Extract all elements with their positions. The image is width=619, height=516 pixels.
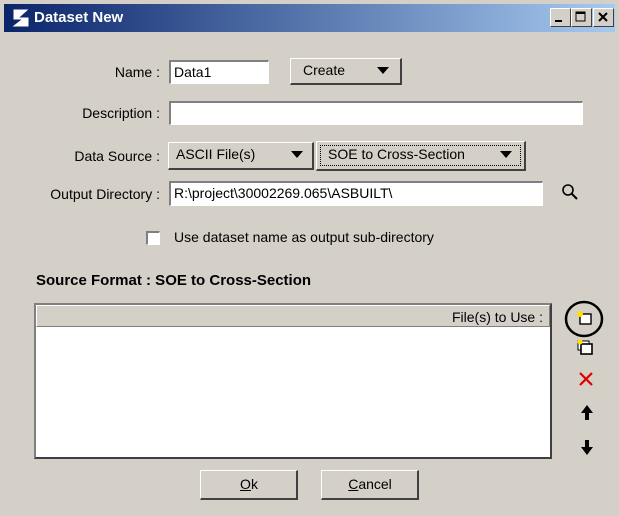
name-input[interactable]: Data1 <box>169 60 269 84</box>
description-label: Description : <box>82 105 160 121</box>
ok-label: Ok <box>240 476 258 492</box>
maximize-icon <box>575 11 586 22</box>
copy-file-icon[interactable] <box>576 338 596 358</box>
move-down-icon[interactable] <box>579 438 595 456</box>
delete-icon[interactable] <box>577 370 595 388</box>
output-directory-input[interactable]: R:\project\30002269.065\ASBUILT\ <box>169 181 543 206</box>
minimize-button[interactable] <box>550 8 571 27</box>
close-icon <box>598 12 608 22</box>
title-bar[interactable]: Dataset New <box>4 4 615 32</box>
minimize-icon <box>555 20 562 22</box>
data-source-type-value: ASCII File(s) <box>176 146 256 162</box>
window-title: Dataset New <box>34 9 124 26</box>
cancel-label: Cancel <box>348 476 392 492</box>
files-list[interactable]: File(s) to Use : <box>34 303 552 459</box>
ok-button[interactable]: Ok <box>200 470 298 500</box>
app-logo-icon <box>12 9 29 27</box>
output-directory-label: Output Directory : <box>50 186 160 202</box>
source-format-heading: Source Format : SOE to Cross-Section <box>36 272 312 289</box>
chevron-down-icon <box>377 67 389 74</box>
data-source-type-dropdown[interactable]: ASCII File(s) <box>168 142 314 170</box>
data-source-label: Data Source : <box>74 148 160 164</box>
chevron-down-icon <box>500 151 512 158</box>
add-file-icon[interactable] <box>575 308 595 328</box>
cancel-button[interactable]: Cancel <box>321 470 419 500</box>
move-up-icon[interactable] <box>579 404 595 422</box>
description-input[interactable] <box>169 101 583 125</box>
files-column-label: File(s) to Use : <box>451 309 543 325</box>
create-dropdown[interactable]: Create <box>290 58 402 85</box>
use-subdir-label: Use dataset name as output sub-directory <box>174 229 434 245</box>
files-column-header[interactable]: File(s) to Use : <box>36 305 550 327</box>
maximize-button[interactable] <box>571 8 592 27</box>
search-icon[interactable] <box>561 183 579 201</box>
use-subdir-checkbox[interactable] <box>146 231 160 245</box>
dataset-new-dialog: Dataset New Name : Data1 Create Descript… <box>0 0 619 516</box>
data-source-format-dropdown[interactable]: SOE to Cross-Section <box>316 141 526 171</box>
close-button[interactable] <box>593 8 614 27</box>
create-label: Create <box>303 62 346 78</box>
chevron-down-icon <box>291 151 303 158</box>
name-label: Name : <box>114 64 160 80</box>
data-source-format-value: SOE to Cross-Section <box>328 146 465 162</box>
